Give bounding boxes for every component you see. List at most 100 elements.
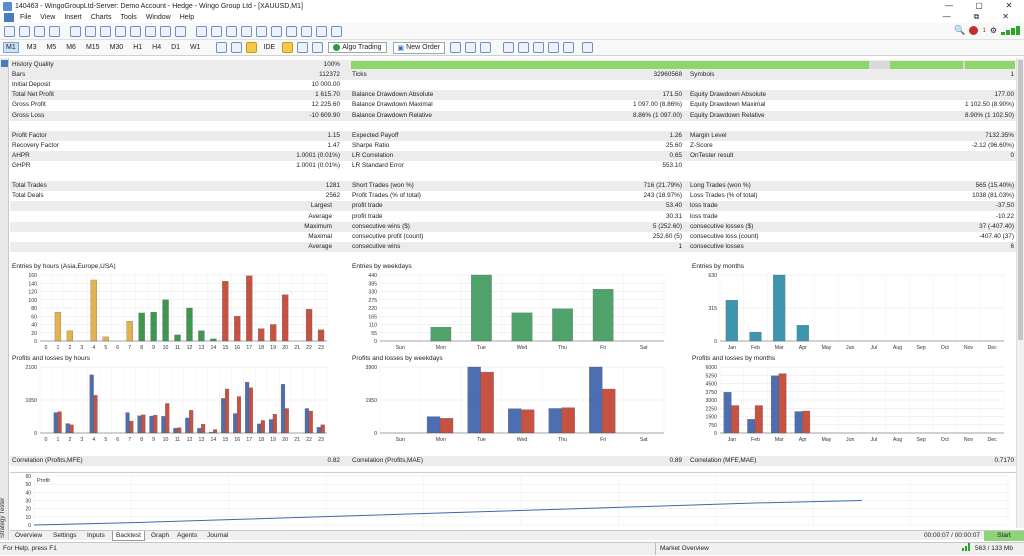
gann-icon[interactable] <box>196 25 207 37</box>
account-icon[interactable]: ⚙ <box>990 26 997 35</box>
y-tick-label: 330 <box>368 290 377 296</box>
ray-icon[interactable] <box>271 25 282 37</box>
algo-trading-button[interactable]: Algo Trading <box>328 42 387 53</box>
stat-label: Equity Drawdown Absolute <box>690 91 767 99</box>
bar <box>561 407 575 434</box>
play-icon <box>333 44 341 51</box>
stats-row: Initial Deposit 10 000.00 <box>10 80 1016 90</box>
text-icon[interactable] <box>115 25 126 37</box>
ide-button[interactable]: IDE <box>262 43 278 52</box>
trendline-icon[interactable] <box>70 25 81 37</box>
bar <box>426 416 441 434</box>
toolbar-right: 🔍 1 ⚙ <box>954 25 1020 36</box>
tab-inputs[interactable]: Inputs <box>84 531 108 541</box>
scrollbar-thumb[interactable] <box>1018 60 1023 340</box>
crosshair-icon[interactable] <box>19 25 30 37</box>
elliott-icon[interactable] <box>211 25 222 37</box>
lock-icon[interactable] <box>282 42 294 53</box>
bar-chart-icon[interactable] <box>465 42 476 53</box>
x-tick-label: 12 <box>187 345 193 351</box>
x-tick-label: 10 <box>163 437 169 443</box>
menu-insert[interactable]: Insert <box>64 14 82 21</box>
menu-window[interactable]: Window <box>146 14 171 21</box>
search-icon[interactable]: 🔍 <box>954 25 965 36</box>
triangle-icon[interactable] <box>256 25 267 37</box>
start-button[interactable]: Start <box>984 531 1024 541</box>
x-tick-label: 9 <box>152 437 155 443</box>
notifications-icon[interactable] <box>969 26 979 35</box>
vertical-scrollbar[interactable] <box>1016 58 1024 528</box>
shapes-icon[interactable] <box>145 25 156 37</box>
bar <box>320 424 325 434</box>
stat-value: 8.86% (1 097.00) <box>632 111 682 119</box>
metaquotes-icon[interactable] <box>245 42 257 53</box>
market-overview-link[interactable]: Market Overview <box>655 543 709 555</box>
depth-of-market-icon[interactable] <box>450 42 461 53</box>
stats-row: Total Trades 1281 Short Trades (won %) 716 … <box>10 181 1016 192</box>
maximize-button[interactable]: ▢ <box>964 0 994 12</box>
zoom-in-icon[interactable] <box>503 42 514 53</box>
timeframe-m1[interactable]: M1 <box>3 42 19 53</box>
chart-shift-icon[interactable] <box>563 42 574 53</box>
menu-view[interactable]: View <box>40 14 55 21</box>
timeframe-w1[interactable]: W1 <box>188 43 203 52</box>
menu-tools[interactable]: Tools <box>120 14 136 21</box>
timeframe-m15[interactable]: M15 <box>84 43 102 52</box>
child-minimize-button[interactable]: — <box>943 12 951 22</box>
indicators-icon[interactable] <box>215 42 227 53</box>
price-label-icon[interactable] <box>316 25 327 37</box>
templates-icon[interactable] <box>230 42 242 53</box>
pitchfork-icon[interactable] <box>160 25 171 37</box>
cursor-icon[interactable] <box>4 25 15 37</box>
tab-settings[interactable]: Settings <box>50 531 80 541</box>
menu-charts[interactable]: Charts <box>91 14 112 21</box>
grid-icon[interactable] <box>533 42 544 53</box>
y-tick-label: 80 <box>31 306 37 312</box>
label-icon[interactable] <box>301 25 312 37</box>
bar <box>592 289 614 342</box>
new-order-button[interactable]: ▣ New Order <box>392 41 445 54</box>
tab-graph[interactable]: Graph <box>148 531 172 541</box>
close-panel-icon[interactable] <box>1 60 8 67</box>
timeframe-h1[interactable]: H1 <box>131 43 144 52</box>
x-tick-label: 14 <box>211 437 217 443</box>
menu-file[interactable]: File <box>20 14 31 21</box>
menu-help[interactable]: Help <box>180 14 194 21</box>
tab-overview[interactable]: Overview <box>12 531 45 541</box>
stat-label: Total Net Profit <box>12 91 54 99</box>
vps-icon[interactable] <box>312 42 324 53</box>
y-tick-label: 120 <box>28 290 37 296</box>
timeframe-d1[interactable]: D1 <box>169 43 182 52</box>
more-objects-icon[interactable] <box>331 25 342 37</box>
x-tick-label: Mon <box>436 437 446 443</box>
timeframe-m3[interactable]: M3 <box>25 43 39 52</box>
timeframe-h4[interactable]: H4 <box>150 43 163 52</box>
line-chart-icon[interactable] <box>480 42 491 53</box>
tab-journal[interactable]: Journal <box>204 531 231 541</box>
rectangle-icon[interactable] <box>226 25 237 37</box>
arrow-icon[interactable] <box>130 25 141 37</box>
x-tick-label: Sun <box>396 437 405 443</box>
screenshot-icon[interactable] <box>582 42 593 53</box>
cloud-icon[interactable] <box>297 42 309 53</box>
channel-icon[interactable] <box>85 25 96 37</box>
cycle-lines-icon[interactable] <box>175 25 186 37</box>
tab-agents[interactable]: Agents <box>174 531 200 541</box>
tab-backtest[interactable]: Backtest <box>112 531 145 541</box>
x-tick-label: Wed <box>517 345 528 351</box>
x-tick-label: Feb <box>751 437 760 443</box>
horizontal-line-icon[interactable] <box>49 25 60 37</box>
minimize-button[interactable]: — <box>934 0 964 12</box>
fibonacci-icon[interactable] <box>100 25 111 37</box>
timeframe-m5[interactable]: M5 <box>44 43 58 52</box>
ellipse-icon[interactable] <box>241 25 252 37</box>
timeframe-m30[interactable]: M30 <box>108 43 126 52</box>
autoscroll-icon[interactable] <box>548 42 559 53</box>
close-button[interactable]: ✕ <box>994 0 1024 12</box>
arrows-icon[interactable] <box>286 25 297 37</box>
timeframe-m6[interactable]: M6 <box>64 43 78 52</box>
vertical-line-icon[interactable] <box>34 25 45 37</box>
zoom-out-icon[interactable] <box>518 42 529 53</box>
child-close-button[interactable]: ✕ <box>1002 12 1009 22</box>
child-restore-button[interactable]: ⧉ <box>974 12 980 22</box>
